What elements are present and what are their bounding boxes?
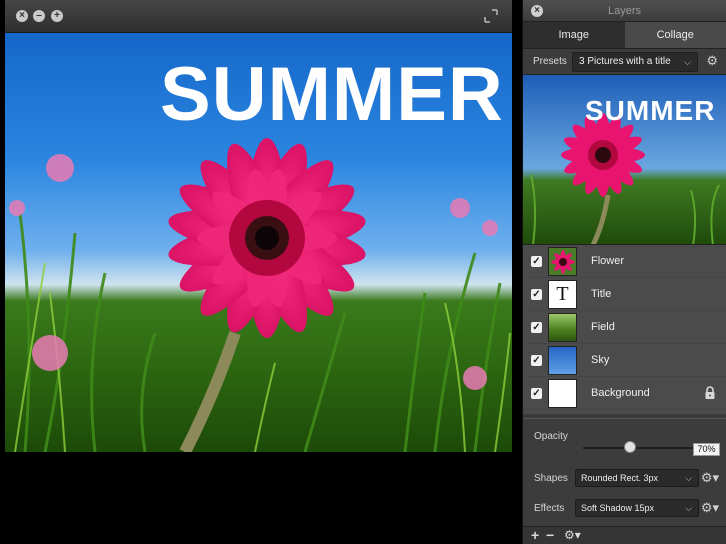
layer-name: Background <box>591 387 650 399</box>
flower-thumbnail <box>548 247 577 276</box>
layer-visibility-checkbox[interactable]: ✓ <box>531 256 542 267</box>
remove-layer-button[interactable]: − <box>546 528 554 543</box>
presets-label: Presets <box>533 56 567 67</box>
presets-dropdown[interactable]: 3 Pictures with a title ⌵ <box>572 52 698 72</box>
zoom-icon: + <box>54 10 60 21</box>
layer-row-background[interactable]: ✓ Background <box>523 377 726 410</box>
minimize-icon: – <box>36 10 42 21</box>
preview-title-text: SUMMER <box>585 95 716 126</box>
background-thumbnail <box>548 379 577 408</box>
lock-icon[interactable] <box>704 386 716 400</box>
chevron-down-icon: ⌵ <box>684 57 691 67</box>
shapes-value: Rounded Rect. 3px <box>581 473 659 483</box>
layer-properties: Opacity 70% Shapes Rounded Rect. 3px ⌵ ⚙… <box>523 418 726 526</box>
minimize-window-button[interactable]: – <box>33 10 45 22</box>
presets-gear-icon[interactable]: ⚙ <box>706 54 718 68</box>
layer-visibility-checkbox[interactable]: ✓ <box>531 355 542 366</box>
layer-name: Sky <box>591 354 610 366</box>
canvas-titlebar: × – + <box>5 0 512 33</box>
opacity-slider-thumb[interactable] <box>624 441 636 453</box>
fullscreen-icon[interactable] <box>484 9 498 23</box>
chevron-down-icon: ⌵ <box>685 473 692 483</box>
layer-visibility-checkbox[interactable]: ✓ <box>531 388 542 399</box>
chevron-down-icon: ⌵ <box>685 503 692 513</box>
effects-value: Soft Shadow 15px <box>581 503 655 513</box>
presets-row: Presets 3 Pictures with a title ⌵ ⚙ <box>523 49 726 75</box>
text-layer-glyph: T <box>556 283 569 305</box>
field-thumbnail <box>548 313 577 342</box>
tab-image[interactable]: Image <box>523 22 625 48</box>
panel-title: Layers <box>607 5 642 17</box>
effects-gear-icon[interactable]: ⚙▾ <box>701 501 719 515</box>
shapes-gear-icon[interactable]: ⚙▾ <box>701 471 719 485</box>
text-thumbnail: T <box>548 280 577 309</box>
panel-footer: + − ⚙▾ <box>523 526 726 544</box>
close-window-button[interactable]: × <box>16 10 28 22</box>
effects-label: Effects <box>534 503 565 514</box>
layer-row-title[interactable]: ✓ T Title <box>523 278 726 311</box>
layer-visibility-checkbox[interactable]: ✓ <box>531 289 542 300</box>
effects-dropdown[interactable]: Soft Shadow 15px ⌵ <box>575 499 699 517</box>
layer-visibility-checkbox[interactable]: ✓ <box>531 322 542 333</box>
shapes-label: Shapes <box>534 473 568 484</box>
opacity-label: Opacity <box>534 431 568 442</box>
title-text-layer[interactable]: SUMMER <box>160 57 504 133</box>
close-icon: × <box>534 5 540 16</box>
layer-row-field[interactable]: ✓ Field <box>523 311 726 344</box>
close-panel-button[interactable]: × <box>531 5 543 17</box>
collage-canvas[interactable]: SUMMER <box>5 33 512 452</box>
footer-gear-icon[interactable]: ⚙▾ <box>564 528 581 543</box>
panel-tabs: Image Collage <box>523 22 726 49</box>
layer-list: ✓ Flower ✓ T Title ✓ Field ✓ Sky ✓ Backg… <box>523 245 726 414</box>
canvas-window: × – + SUMMER <box>5 0 512 452</box>
sky-thumbnail <box>548 346 577 375</box>
close-icon: × <box>19 10 25 21</box>
tab-collage[interactable]: Collage <box>624 22 726 48</box>
shapes-dropdown[interactable]: Rounded Rect. 3px ⌵ <box>575 469 699 487</box>
opacity-slider-track[interactable] <box>583 447 698 449</box>
zoom-window-button[interactable]: + <box>51 10 63 22</box>
opacity-value-field[interactable]: 70% <box>693 443 720 456</box>
layer-name: Flower <box>591 255 625 267</box>
layers-panel: × Layers Image Collage Presets 3 Picture… <box>522 0 726 544</box>
collage-preview: SUMMER <box>523 75 726 245</box>
panel-titlebar: × Layers <box>523 0 726 22</box>
add-layer-button[interactable]: + <box>531 528 539 543</box>
layer-row-flower[interactable]: ✓ Flower <box>523 245 726 278</box>
layer-name: Field <box>591 321 615 333</box>
layer-row-sky[interactable]: ✓ Sky <box>523 344 726 377</box>
presets-value: 3 Pictures with a title <box>579 56 671 67</box>
layer-name: Title <box>591 288 612 300</box>
